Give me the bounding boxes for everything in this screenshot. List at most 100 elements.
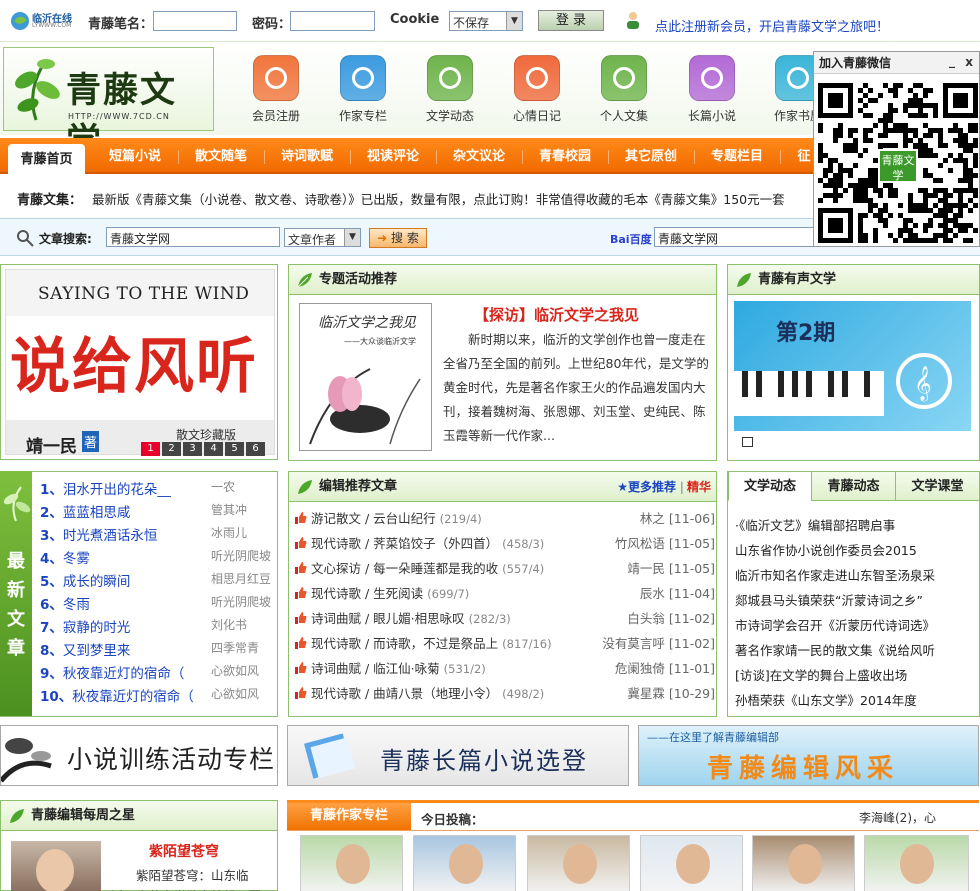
- editor-elite-link[interactable]: 精华: [687, 472, 711, 502]
- search-icon[interactable]: [427, 55, 473, 101]
- novel-training-banner[interactable]: 小说训练活动专栏: [0, 725, 278, 786]
- editor-author[interactable]: 危阑独倚: [615, 661, 665, 676]
- nav-item[interactable]: 青春校园: [534, 147, 596, 167]
- slider-page-button[interactable]: 3: [183, 442, 202, 456]
- editor-author[interactable]: 靖一民: [627, 561, 665, 576]
- latest-title[interactable]: 寂静的时光: [63, 620, 131, 636]
- nav-icon-label[interactable]: 会员注册: [236, 107, 316, 124]
- nav-item[interactable]: 散文随笔: [190, 147, 252, 167]
- latest-author[interactable]: 听光阴爬坡: [211, 547, 271, 564]
- special-headline[interactable]: 【探访】临沂文学之我见: [474, 304, 639, 325]
- writers-tab[interactable]: 青藤作家专栏: [287, 803, 411, 830]
- latest-title[interactable]: 冬雾: [63, 551, 90, 567]
- latest-author[interactable]: 听光阴爬坡: [211, 593, 271, 610]
- editor-author[interactable]: 竹风松语: [615, 536, 665, 551]
- editor-category[interactable]: 现代诗歌 /: [311, 686, 369, 701]
- latest-article-item[interactable]: 6、冬雨 听光阴爬坡: [40, 593, 271, 615]
- nav-item[interactable]: 短篇小说: [104, 147, 166, 167]
- news-item[interactable]: 市诗词学会召开《沂蒙历代诗词选》: [735, 615, 957, 634]
- news-item[interactable]: 山东省作协小说创作委员会2015: [735, 540, 957, 559]
- news-item[interactable]: 孙梧荣获《山东文学》2014年度: [735, 690, 957, 709]
- nav-item[interactable]: 杂文议论: [448, 147, 510, 167]
- latest-title[interactable]: 又到梦里来: [63, 643, 131, 659]
- chat-icon[interactable]: [514, 55, 560, 101]
- password-input[interactable]: [290, 11, 375, 31]
- cookie-select[interactable]: 不保存 ▼: [449, 11, 523, 31]
- latest-title[interactable]: 成长的瞬间: [63, 574, 131, 590]
- editor-author[interactable]: 林之: [640, 511, 665, 526]
- latest-article-item[interactable]: 7、寂静的时光 刘化书: [40, 616, 247, 638]
- register-link[interactable]: 点此注册新会员，开启青藤文学之旅吧！: [655, 16, 889, 35]
- latest-title[interactable]: 泪水开出的花朵__: [63, 482, 171, 498]
- editor-article-title[interactable]: 荠菜馅饺子（外四首）: [373, 536, 498, 551]
- mini-logo[interactable]: 临沂在线 LYWWW.COM: [10, 10, 76, 32]
- editor-author[interactable]: 辰水: [640, 586, 665, 601]
- nav-icon-label[interactable]: 长篇小说: [672, 107, 752, 124]
- compass-icon[interactable]: [253, 55, 299, 101]
- latest-author[interactable]: 一农: [211, 478, 235, 495]
- nav-icon-label[interactable]: 作家专栏: [323, 107, 403, 124]
- writer-photo[interactable]: [413, 835, 516, 891]
- writer-photo[interactable]: [527, 835, 630, 891]
- editor-category[interactable]: 现代诗歌 /: [311, 536, 369, 551]
- nav-item[interactable]: 其它原创: [620, 147, 682, 167]
- latest-article-item[interactable]: 2、蓝蓝相思咸 管其冲: [40, 501, 247, 523]
- editor-article-row[interactable]: 文心探访 / 每一朵睡莲都是我的收 (557/4) 靖一民 [11-05]: [295, 558, 715, 582]
- close-icon[interactable]: x: [965, 55, 973, 69]
- writer-photo[interactable]: [640, 835, 743, 891]
- editor-article-row[interactable]: 游记散文 / 云台山纪行 (219/4) 林之 [11-06]: [295, 508, 715, 532]
- latest-title[interactable]: 冬雨: [63, 597, 90, 613]
- nav-icon-label[interactable]: 心情日记: [497, 107, 577, 124]
- editor-category[interactable]: 诗词曲赋 /: [311, 611, 369, 626]
- weekly-star-name[interactable]: 紫陌望苍穹: [149, 841, 219, 861]
- minimize-icon[interactable]: _: [949, 54, 955, 68]
- editor-article-title[interactable]: 临江仙·咏菊: [373, 661, 439, 676]
- tab-qingteng-news[interactable]: 青藤动态: [811, 471, 896, 501]
- latest-author[interactable]: 四季常青: [211, 639, 259, 656]
- special-cover[interactable]: 临沂文学之我见 ——大众谈临沂文学: [299, 303, 432, 451]
- latest-article-item[interactable]: 5、成长的瞬间 相思月红豆: [40, 570, 271, 592]
- editor-article-row[interactable]: 现代诗歌 / 生死阅读 (699/7) 辰水 [11-04]: [295, 583, 715, 607]
- ie-icon[interactable]: [601, 55, 647, 101]
- writer-photo[interactable]: [752, 835, 855, 891]
- login-button[interactable]: 登 录: [538, 10, 604, 31]
- editor-category[interactable]: 诗词曲赋 /: [311, 661, 369, 676]
- editor-author[interactable]: 没有莫言呼: [602, 636, 665, 651]
- latest-article-item[interactable]: 10、秋夜靠近灯的宿命（ 心欲如风: [40, 685, 259, 707]
- news-item[interactable]: [访谈]在文学的舞台上盛收出场: [735, 665, 957, 684]
- latest-author[interactable]: 心欲如风: [211, 662, 259, 679]
- slider-image[interactable]: SAYING TO THE WIND 说给风听 靖一民 著 散文珍藏版: [5, 269, 275, 455]
- editor-article-row[interactable]: 诗词曲赋 / 眼儿媚·相思咏叹 (282/3) 白头翁 [11-02]: [295, 608, 715, 632]
- baidu-search-input[interactable]: 青藤文学网: [654, 227, 816, 247]
- latest-title[interactable]: 秋夜靠近灯的宿命（: [63, 666, 185, 682]
- nav-item[interactable]: 视读评论: [362, 147, 424, 167]
- search-input[interactable]: 青藤文学网: [106, 227, 280, 247]
- editor-author[interactable]: 冀星霖: [627, 686, 665, 701]
- username-input[interactable]: [153, 11, 237, 31]
- latest-author[interactable]: 相思月红豆: [211, 570, 271, 587]
- latest-article-item[interactable]: 8、又到梦里来 四季常青: [40, 639, 259, 661]
- editor-article-title[interactable]: 曲靖八景（地理小令）: [373, 686, 498, 701]
- editor-article-title[interactable]: 每一朵睡莲都是我的收: [373, 561, 498, 576]
- search-button[interactable]: ➜ 搜 索: [369, 228, 427, 248]
- latest-author[interactable]: 心欲如风: [211, 685, 259, 702]
- editor-style-banner[interactable]: ——在这里了解青藤编辑部 青藤编辑风采: [638, 725, 979, 786]
- editor-category[interactable]: 现代诗歌 /: [311, 636, 369, 651]
- editor-category[interactable]: 游记散文 /: [311, 511, 369, 526]
- news-item[interactable]: 郯城县马头镇荣获“沂蒙诗词之乡”: [735, 590, 957, 609]
- latest-author[interactable]: 管其冲: [211, 501, 247, 518]
- latest-title[interactable]: 时光煮酒话永恒: [63, 528, 158, 544]
- tab-literary-news[interactable]: 文学动态: [728, 471, 812, 501]
- weekly-star-photo[interactable]: [11, 841, 101, 891]
- news-item[interactable]: 著名作家靖一民的散文集《说给风听: [735, 640, 957, 659]
- tab-literary-class[interactable]: 文学课堂: [895, 471, 980, 501]
- editor-more-link[interactable]: ★更多推荐: [617, 472, 676, 502]
- editor-article-row[interactable]: 现代诗歌 / 曲靖八景（地理小令） (498/2) 冀星霖 [10-29]: [295, 683, 715, 707]
- slider-page-button[interactable]: 4: [204, 442, 223, 456]
- audio-image[interactable]: 第2期 𝄞: [734, 301, 971, 431]
- search-type-select[interactable]: 文章作者 ▼: [284, 228, 361, 247]
- nav-icon-label[interactable]: 个人文集: [584, 107, 664, 124]
- nav-item[interactable]: 专题栏目: [706, 147, 768, 167]
- news-item[interactable]: 临沂市知名作家走进山东智圣汤泉采: [735, 565, 957, 584]
- nav-icon-label[interactable]: 文学动态: [410, 107, 490, 124]
